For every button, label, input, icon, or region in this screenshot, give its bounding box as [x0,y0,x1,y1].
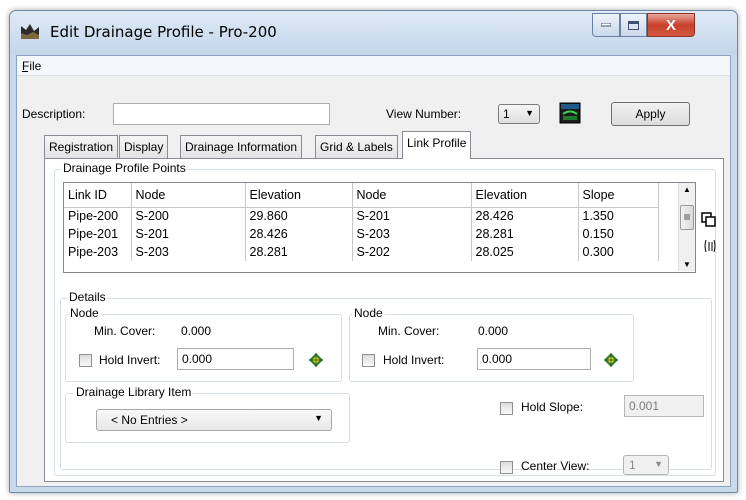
scroll-up-icon[interactable]: ▲ [683,185,691,194]
column-header-slope[interactable]: Slope [578,183,659,208]
cell: 0.150 [578,225,659,243]
cell: 28.025 [471,243,579,261]
cell: 28.281 [471,225,579,243]
drainage-profile-points-group: Drainage Profile Points Link ID Node Ele… [54,161,717,476]
cell: S-201 [352,207,472,225]
drainage-profile-points-title: Drainage Profile Points [61,161,188,175]
right-hold-invert-checkbox[interactable] [362,354,375,367]
link-profile-panel: Drainage Profile Points Link ID Node Ele… [44,158,724,482]
maximize-button[interactable] [620,13,647,37]
table-row[interactable]: Pipe-203 S-203 28.281 S-202 28.025 0.300 [64,243,659,261]
left-hold-invert-checkbox[interactable] [79,354,92,367]
cell: Pipe-203 [64,243,132,261]
center-view-value: 1 [629,458,636,472]
cell: 28.426 [471,207,579,225]
close-button[interactable]: X [647,13,695,37]
description-input[interactable] [113,103,330,125]
sort-icon[interactable] [703,238,717,254]
cell: Pipe-201 [64,225,132,243]
cell: S-203 [131,243,246,261]
left-min-cover-label: Min. Cover: [94,324,156,338]
minimize-icon [601,23,611,27]
profile-points-grid[interactable]: Link ID Node Elevation Node Elevation Sl… [63,182,696,273]
column-header-node-2[interactable]: Node [352,183,472,208]
menu-bar: File [17,56,730,76]
cell: 28.426 [245,225,353,243]
left-hold-invert-input[interactable]: 0.000 [177,348,294,370]
chevron-down-icon: ▼ [314,413,323,423]
scroll-down-icon[interactable]: ▼ [683,260,691,269]
hold-slope-checkbox[interactable] [500,402,513,415]
center-view-checkbox[interactable] [500,461,513,474]
profile-app-icon [21,24,39,39]
minimize-button[interactable] [592,13,620,37]
hold-slope-input[interactable]: 0.001 [624,395,704,417]
chevron-down-icon: ▼ [654,459,663,469]
cell: Pipe-200 [64,207,132,225]
grid-vertical-scrollbar[interactable]: ▲ ▼ [678,183,695,271]
left-node-title: Node [68,306,101,320]
apply-button-label: Apply [635,107,666,121]
drainage-library-item-group: Drainage Library Item < No Entries > ▼ [65,385,350,443]
copy-icon[interactable] [701,212,717,228]
apply-button[interactable]: Apply [611,102,690,126]
cell: 29.860 [245,207,353,225]
target-locate-icon[interactable] [309,353,323,367]
left-min-cover-value: 0.000 [181,324,212,338]
center-view-label: Center View: [521,459,590,473]
column-header-node[interactable]: Node [131,183,246,208]
cell: 28.281 [245,243,353,261]
view-number-select[interactable]: 1 ▼ [498,104,540,124]
cell: S-200 [131,207,246,225]
right-node-title: Node [352,306,385,320]
drainage-library-select[interactable]: < No Entries > ▼ [96,409,332,431]
table-row[interactable]: Pipe-201 S-201 28.426 S-203 28.281 0.150 [64,225,659,243]
left-node-group: Node Min. Cover: 0.000 Hold Invert: 0.00… [65,306,342,382]
table-row[interactable]: Pipe-200 S-200 29.860 S-201 28.426 1.350 [64,207,659,225]
chevron-down-icon: ▼ [525,108,534,118]
dialog-window: Edit Drainage Profile - Pro-200 X File D… [9,10,738,493]
drainage-library-item-title: Drainage Library Item [74,385,194,399]
column-header-elevation-2[interactable]: Elevation [471,183,579,208]
dialog-client-area: File Description: View Number: 1 ▼ Apply… [16,55,731,487]
table-header-row: Link ID Node Elevation Node Elevation Sl… [64,183,659,208]
menu-file-accelerator-underline [22,71,28,72]
column-header-link-id[interactable]: Link ID [64,183,132,208]
scroll-thumb[interactable] [680,205,694,230]
tab-display[interactable]: Display [119,135,169,158]
right-min-cover-value: 0.000 [478,324,509,338]
cell: S-202 [352,243,472,261]
tab-registration[interactable]: Registration [44,135,119,158]
tab-drainage-information[interactable]: Drainage Information [180,135,303,158]
right-min-cover-label: Min. Cover: [378,324,440,338]
title-bar[interactable]: Edit Drainage Profile - Pro-200 X [10,11,737,55]
cell: S-203 [352,225,472,243]
right-node-group: Node Min. Cover: 0.000 Hold Invert: 0.00… [349,306,634,382]
target-locate-icon[interactable] [604,353,618,367]
tab-link-profile[interactable]: Link Profile [402,131,472,159]
center-view-select[interactable]: 1 ▼ [623,455,669,475]
right-hold-invert-input[interactable]: 0.000 [477,348,591,370]
description-label: Description: [22,107,86,121]
details-title: Details [67,290,108,304]
profile-points-table: Link ID Node Elevation Node Elevation Sl… [64,183,659,261]
cell: 0.300 [578,243,659,261]
grip-icon [684,214,690,220]
cell: 1.350 [578,207,659,225]
hold-slope-label: Hold Slope: [521,400,584,414]
drainage-library-value: < No Entries > [111,413,188,427]
view-number-value: 1 [503,107,510,121]
right-hold-invert-label: Hold Invert: [383,353,445,367]
tab-grid-labels[interactable]: Grid & Labels [315,135,398,158]
details-group: Details Node Min. Cover: 0.000 Hold Inve… [60,290,712,475]
view-window-icon[interactable] [559,102,581,124]
left-hold-invert-label: Hold Invert: [99,353,161,367]
close-icon: X [665,16,676,34]
cell: S-201 [131,225,246,243]
window-title: Edit Drainage Profile - Pro-200 [50,23,277,41]
view-number-label: View Number: [386,107,462,121]
maximize-icon [628,20,639,30]
column-header-elevation[interactable]: Elevation [245,183,353,208]
